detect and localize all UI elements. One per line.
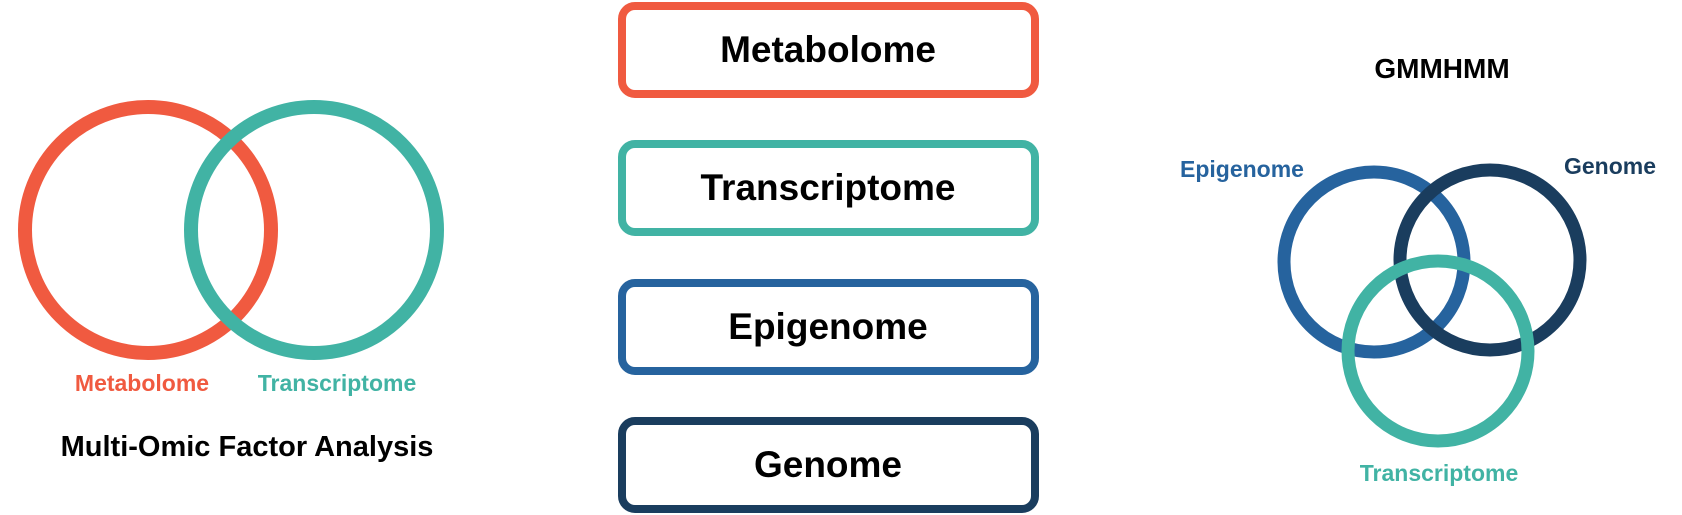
omics-box-epigenome: Epigenome (618, 279, 1039, 375)
omics-box-label-transcriptome: Transcriptome (701, 167, 956, 208)
omics-diagram: Metabolome Transcriptome Multi-Omic Fact… (18, 2, 1656, 513)
omics-box-label-genome: Genome (754, 444, 902, 485)
mofa-title: Multi-Omic Factor Analysis (61, 431, 434, 463)
omics-box-transcriptome: Transcriptome (618, 140, 1039, 236)
mofa-label-transcriptome: Transcriptome (258, 370, 417, 396)
gmmhmm-title: GMMHMM (1374, 53, 1509, 84)
omics-boxes-panel: Metabolome Transcriptome Epigenome Genom… (618, 2, 1039, 513)
mofa-label-metabolome: Metabolome (75, 370, 209, 396)
gmmhmm-panel: GMMHMM Epigenome Genome Transcriptome (1180, 53, 1656, 486)
gmmhmm-label-epigenome: Epigenome (1180, 156, 1304, 182)
omics-box-metabolome: Metabolome (618, 2, 1039, 98)
omics-box-genome: Genome (618, 417, 1039, 513)
omics-box-label-epigenome: Epigenome (728, 306, 927, 347)
gmmhmm-label-genome: Genome (1564, 153, 1656, 179)
mofa-panel: Metabolome Transcriptome Multi-Omic Fact… (18, 100, 444, 463)
gmmhmm-label-transcriptome: Transcriptome (1360, 460, 1519, 486)
mofa-circle-transcriptome (184, 100, 444, 360)
omics-box-label-metabolome: Metabolome (720, 29, 936, 70)
